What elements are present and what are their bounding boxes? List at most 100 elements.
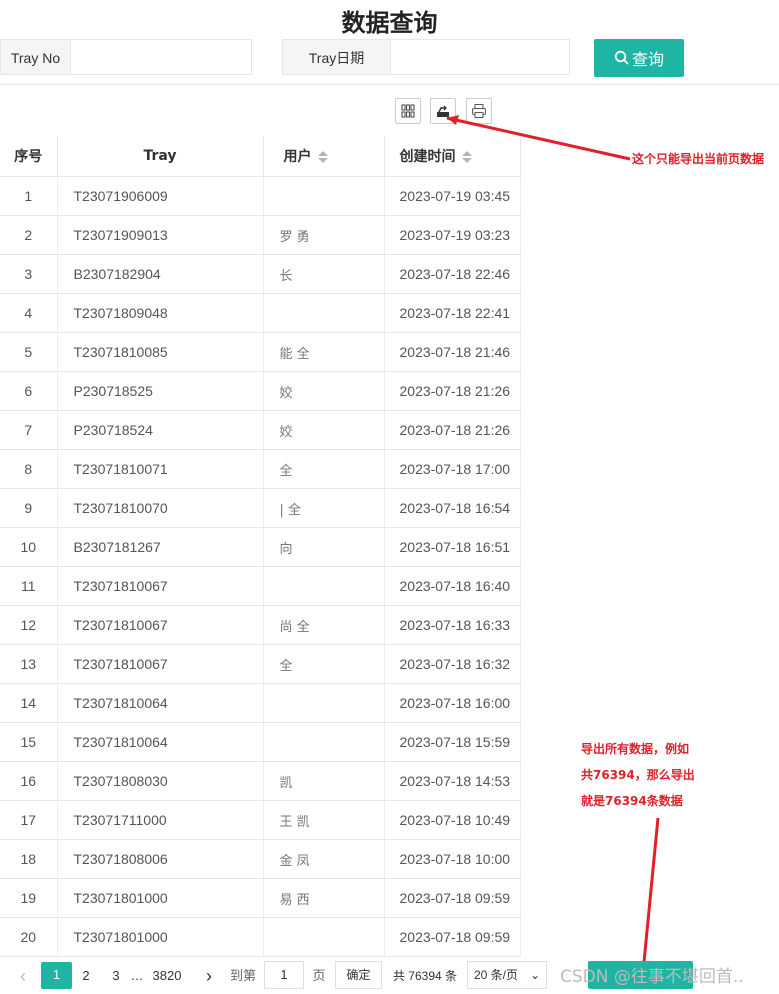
- row-user: [263, 917, 385, 957]
- confirm-button[interactable]: 确定: [335, 961, 382, 989]
- page-size-select[interactable]: 20 条/页 ⌄: [467, 961, 547, 989]
- row-tray: T23071801000: [57, 878, 264, 918]
- page-size-value: 20 条/页: [474, 968, 519, 982]
- page-2-button[interactable]: 2: [76, 963, 96, 989]
- row-index: 2: [0, 215, 58, 255]
- table-row[interactable]: 7 P230718524 姣 2023-07-18 21:26: [0, 410, 521, 450]
- row-created-time: 2023-07-18 16:40: [384, 566, 521, 606]
- row-user: 全: [263, 449, 385, 489]
- table-row[interactable]: 17 T23071711000 王 凯 2023-07-18 10:49: [0, 800, 521, 840]
- next-page-button[interactable]: ›: [200, 963, 218, 989]
- row-index: 15: [0, 722, 58, 762]
- row-index: 1: [0, 176, 58, 216]
- row-index: 11: [0, 566, 58, 606]
- row-index: 18: [0, 839, 58, 879]
- chevron-down-icon: ⌄: [529, 968, 540, 982]
- table-row[interactable]: 11 T23071810067 2023-07-18 16:40: [0, 566, 521, 606]
- row-index: 4: [0, 293, 58, 333]
- table-row[interactable]: 14 T23071810064 2023-07-18 16:00: [0, 683, 521, 723]
- row-user: 姣: [263, 371, 385, 411]
- row-user: [263, 566, 385, 606]
- table-row[interactable]: 20 T23071801000 2023-07-18 09:59: [0, 917, 521, 957]
- row-tray: T23071810070: [57, 488, 264, 528]
- watermark: CSDN @往事不堪回首..: [560, 967, 744, 987]
- row-created-time: 2023-07-18 14:53: [384, 761, 521, 801]
- table-row[interactable]: 3 B2307182904 长 2023-07-18 22:46: [0, 254, 521, 294]
- header-tray[interactable]: Tray: [57, 136, 264, 177]
- goto-page-input[interactable]: 1: [264, 961, 304, 989]
- annotation-line-2: 共76394，那么导出: [581, 768, 695, 782]
- row-user: 长: [263, 254, 385, 294]
- row-created-time: 2023-07-18 22:41: [384, 293, 521, 333]
- row-created-time: 2023-07-19 03:23: [384, 215, 521, 255]
- row-created-time: 2023-07-18 16:32: [384, 644, 521, 684]
- table-row[interactable]: 15 T23071810064 2023-07-18 15:59: [0, 722, 521, 762]
- table-row[interactable]: 1 T23071906009 2023-07-19 03:45: [0, 176, 521, 216]
- row-user: 金 凤: [263, 839, 385, 879]
- header-created-time[interactable]: 创建时间: [384, 136, 521, 177]
- row-created-time: 2023-07-18 09:59: [384, 878, 521, 918]
- row-tray: T23071808006: [57, 839, 264, 879]
- row-tray: T23071808030: [57, 761, 264, 801]
- row-tray: T23071801000: [57, 917, 264, 957]
- row-index: 13: [0, 644, 58, 684]
- row-index: 16: [0, 761, 58, 801]
- row-user: 全: [263, 644, 385, 684]
- row-user: 尚 全: [263, 605, 385, 645]
- page-last-button[interactable]: 3820: [150, 963, 184, 989]
- row-tray: P230718525: [57, 371, 264, 411]
- arrowhead-export-current: [447, 115, 459, 125]
- header-created-time-label: 创建时间: [399, 149, 456, 165]
- row-tray: B2307182904: [57, 254, 264, 294]
- row-index: 19: [0, 878, 58, 918]
- table-row[interactable]: 19 T23071801000 易 西 2023-07-18 09:59: [0, 878, 521, 918]
- row-index: 3: [0, 254, 58, 294]
- row-index: 14: [0, 683, 58, 723]
- row-tray: T23071810067: [57, 566, 264, 606]
- table-row[interactable]: 8 T23071810071 全 2023-07-18 17:00: [0, 449, 521, 489]
- table-row[interactable]: 4 T23071809048 2023-07-18 22:41: [0, 293, 521, 333]
- row-user: 能 全: [263, 332, 385, 372]
- page-3-button[interactable]: 3: [106, 963, 126, 989]
- row-created-time: 2023-07-18 21:26: [384, 410, 521, 450]
- annotation-line-1: 导出所有数据，例如: [581, 742, 690, 756]
- row-user: [263, 683, 385, 723]
- table-row[interactable]: 18 T23071808006 金 凤 2023-07-18 10:00: [0, 839, 521, 879]
- row-tray: T23071810064: [57, 683, 264, 723]
- row-tray: T23071711000: [57, 800, 264, 840]
- row-created-time: 2023-07-18 09:59: [384, 917, 521, 957]
- row-user: 凯: [263, 761, 385, 801]
- table-row[interactable]: 16 T23071808030 凯 2023-07-18 14:53: [0, 761, 521, 801]
- row-tray: T23071810071: [57, 449, 264, 489]
- row-user: 向: [263, 527, 385, 567]
- header-user[interactable]: 用户: [263, 136, 385, 177]
- row-user: 易 西: [263, 878, 385, 918]
- row-created-time: 2023-07-18 21:46: [384, 332, 521, 372]
- row-created-time: 2023-07-18 16:54: [384, 488, 521, 528]
- table-row[interactable]: 12 T23071810067 尚 全 2023-07-18 16:33: [0, 605, 521, 645]
- row-tray: T23071809048: [57, 293, 264, 333]
- table-row[interactable]: 13 T23071810067 全 2023-07-18 16:32: [0, 644, 521, 684]
- table-row[interactable]: 10 B2307181267 向 2023-07-18 16:51: [0, 527, 521, 567]
- table-row[interactable]: 6 P230718525 姣 2023-07-18 21:26: [0, 371, 521, 411]
- row-tray: T23071909013: [57, 215, 264, 255]
- prev-page-button[interactable]: ‹: [14, 963, 32, 989]
- row-user: [263, 722, 385, 762]
- data-table: 序号 Tray 用户 创建时间 1 T23071906009 2023-07-19 …: [0, 136, 521, 957]
- table-row[interactable]: 2 T23071909013 罗 勇 2023-07-19 03:23: [0, 215, 521, 255]
- page-1-button[interactable]: 1: [41, 962, 72, 989]
- annotation-export-current: 这个只能导出当前页数据: [632, 152, 765, 166]
- sort-icon[interactable]: [461, 149, 472, 165]
- annotation-line-3: 就是76394条数据: [581, 794, 683, 808]
- row-user: 罗 勇: [263, 215, 385, 255]
- row-user: 王 凯: [263, 800, 385, 840]
- annotation-export-all: 导出所有数据，例如 共76394，那么导出 就是76394条数据: [581, 736, 695, 814]
- table-row[interactable]: 9 T23071810070 | 全 2023-07-18 16:54: [0, 488, 521, 528]
- sort-icon[interactable]: [317, 149, 328, 165]
- row-user: | 全: [263, 488, 385, 528]
- page-unit-label: 页: [312, 968, 326, 983]
- header-user-label: 用户: [283, 149, 312, 165]
- row-created-time: 2023-07-18 21:26: [384, 371, 521, 411]
- goto-label: 到第: [229, 968, 256, 983]
- table-row[interactable]: 5 T23071810085 能 全 2023-07-18 21:46: [0, 332, 521, 372]
